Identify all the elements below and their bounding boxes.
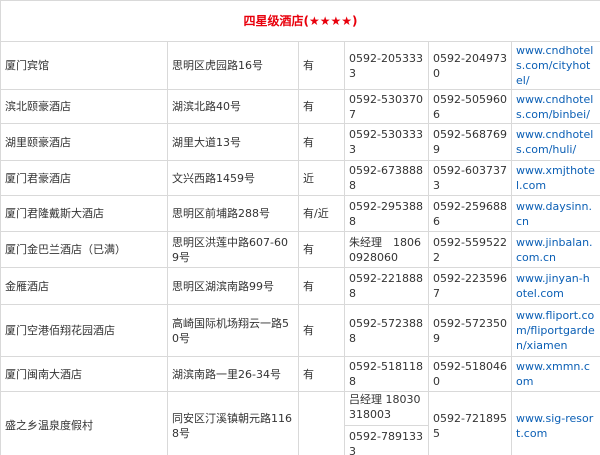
hotel-note: 有 (298, 41, 345, 90)
hotel-note: 有 (298, 89, 345, 124)
hotel-tel: 0592-5303333 (344, 123, 429, 161)
hotel-website-link[interactable]: www.xmmn.com (516, 360, 590, 388)
hotel-note: 有 (298, 304, 345, 357)
hotel-website-cell: www.cndhotels.com/huli/ (510, 123, 600, 161)
hotel-note: 近 (298, 160, 345, 196)
table-row: 金雁酒店 思明区湖滨南路99号 有 0592-2218888 0592-2235… (0, 267, 600, 305)
hotel-name: 金雁酒店 (0, 267, 168, 305)
hotel-address: 文兴西路1459号 (167, 160, 299, 196)
table-title: 四星级酒店(★★★★) (243, 13, 358, 28)
hotel-name: 厦门空港佰翔花园酒店 (0, 304, 168, 357)
hotel-name: 湖里颐豪酒店 (0, 123, 168, 161)
page: 四星级酒店(★★★★) 厦门宾馆 思明区虎园路16号 有 0592-205333… (0, 0, 600, 455)
hotel-website-cell: www.cndhotels.com/binbei/ (510, 89, 600, 124)
hotel-note (298, 391, 345, 455)
hotel-website-link[interactable]: www.cndhotels.com/huli/ (516, 128, 593, 156)
table-row: 厦门金巴兰酒店（已满） 思明区洪莲中路607-609号 有 朱经理 180609… (0, 231, 600, 268)
hotel-website-link[interactable]: www.cndhotels.com/binbei/ (516, 93, 593, 121)
table-row: 厦门空港佰翔花园酒店 高崎国际机场翔云一路50号 有 0592-5723888 … (0, 304, 600, 357)
table-row: 厦门闽南大酒店 湖滨南路一里26-34号 有 0592-5181188 0592… (0, 356, 600, 392)
hotel-fax: 0592-5595222 (428, 231, 512, 268)
hotel-address: 思明区湖滨南路99号 (167, 267, 299, 305)
hotel-name: 厦门闽南大酒店 (0, 356, 168, 392)
hotel-name: 厦门君豪酒店 (0, 160, 168, 196)
hotel-tel-cell: 吕经理 18030318003 0592-7891333 (344, 391, 429, 455)
hotel-tel: 0592-2218888 (344, 267, 429, 305)
hotel-website-cell: www.xmmn.com (510, 356, 600, 392)
hotel-website-link[interactable]: www.daysinn.cn (516, 200, 592, 228)
hotel-note: 有/近 (298, 195, 345, 232)
table-row: 厦门君豪酒店 文兴西路1459号 近 0592-6738888 0592-603… (0, 160, 600, 196)
hotel-tel: 0592-2953888 (344, 195, 429, 232)
hotel-note: 有 (298, 267, 345, 305)
hotel-note: 有 (298, 356, 345, 392)
hotel-website-link[interactable]: www.sig-resort.com (516, 412, 593, 440)
hotel-note: 有 (298, 231, 345, 268)
hotel-fax: 0592-6037373 (428, 160, 512, 196)
hotel-fax: 0592-2049730 (428, 41, 512, 90)
table-row: 盛之乡温泉度假村 同安区汀溪镇朝元路1168号 吕经理 18030318003 … (0, 391, 600, 455)
hotel-website-cell: www.jinbalan.com.cn (510, 231, 600, 268)
hotel-website-link[interactable]: www.xmjthotel.com (516, 164, 595, 192)
hotel-website-link[interactable]: www.cndhotels.com/cityhotel/ (516, 44, 593, 87)
hotel-website-cell: www.cndhotels.com/cityhotel/ (510, 41, 600, 90)
hotel-fax: 0592-2235967 (428, 267, 512, 305)
hotel-address: 思明区前埔路288号 (167, 195, 299, 232)
hotel-tel: 0592-5303707 (344, 89, 429, 124)
hotel-note: 有 (298, 123, 345, 161)
hotel-tel: 朱经理 18060928060 (344, 231, 429, 268)
hotel-website-cell: www.fliport.com/fliportgarden/xiamen (510, 304, 600, 357)
hotel-website-link[interactable]: www.jinbalan.com.cn (516, 236, 593, 264)
hotel-fax: 0592-5723509 (428, 304, 512, 357)
hotel-website-cell: www.daysinn.cn (510, 195, 600, 232)
hotel-website-cell: www.sig-resort.com (510, 391, 600, 455)
hotel-website-cell: www.xmjthotel.com (510, 160, 600, 196)
hotel-fax: 0592-7218955 (428, 391, 512, 455)
hotel-address: 思明区虎园路16号 (167, 41, 299, 90)
hotel-fax: 0592-5180460 (428, 356, 512, 392)
hotel-address: 湖里大道13号 (167, 123, 299, 161)
hotel-table: 四星级酒店(★★★★) 厦门宾馆 思明区虎园路16号 有 0592-205333… (0, 0, 600, 455)
table-row: 厦门宾馆 思明区虎园路16号 有 0592-2053333 0592-20497… (0, 41, 600, 90)
table-row: 厦门君隆戴斯大酒店 思明区前埔路288号 有/近 0592-2953888 05… (0, 195, 600, 232)
hotel-tel: 0592-2053333 (344, 41, 429, 90)
hotel-tel-secondary: 0592-7891333 (345, 425, 428, 455)
hotel-tel: 0592-5181188 (344, 356, 429, 392)
table-row: 湖里颐豪酒店 湖里大道13号 有 0592-5303333 0592-56876… (0, 123, 600, 161)
hotel-name: 厦门君隆戴斯大酒店 (0, 195, 168, 232)
hotel-name: 厦门宾馆 (0, 41, 168, 90)
hotel-tel: 0592-6738888 (344, 160, 429, 196)
hotel-fax: 0592-5059606 (428, 89, 512, 124)
table-title-row: 四星级酒店(★★★★) (0, 0, 600, 42)
hotel-fax: 0592-2596886 (428, 195, 512, 232)
hotel-address: 同安区汀溪镇朝元路1168号 (167, 391, 299, 455)
hotel-name: 厦门金巴兰酒店（已满） (0, 231, 168, 268)
hotel-name: 盛之乡温泉度假村 (0, 391, 168, 455)
hotel-tel: 吕经理 18030318003 (349, 393, 421, 421)
hotel-address: 湖滨南路一里26-34号 (167, 356, 299, 392)
hotel-address: 高崎国际机场翔云一路50号 (167, 304, 299, 357)
hotel-website-link[interactable]: www.fliport.com/fliportgarden/xiamen (516, 309, 595, 352)
hotel-website-link[interactable]: www.jinyan-hotel.com (516, 272, 590, 300)
hotel-address: 思明区洪莲中路607-609号 (167, 231, 299, 268)
hotel-website-cell: www.jinyan-hotel.com (510, 267, 600, 305)
hotel-name: 滨北颐豪酒店 (0, 89, 168, 124)
hotel-address: 湖滨北路40号 (167, 89, 299, 124)
hotel-fax: 0592-5687699 (428, 123, 512, 161)
hotel-tel: 0592-5723888 (344, 304, 429, 357)
table-row: 滨北颐豪酒店 湖滨北路40号 有 0592-5303707 0592-50596… (0, 89, 600, 124)
table-title-cell: 四星级酒店(★★★★) (0, 0, 600, 42)
